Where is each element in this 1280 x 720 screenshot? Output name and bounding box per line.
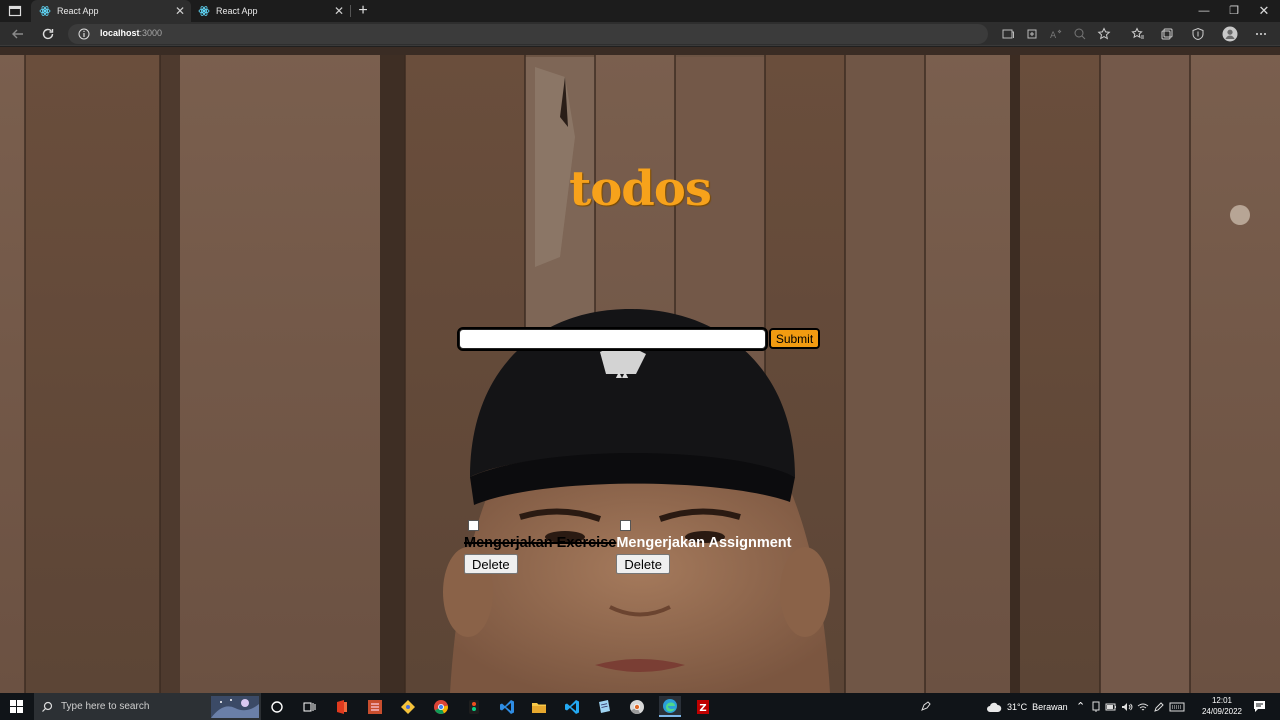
file-explorer-icon[interactable]	[528, 696, 550, 717]
app-title: todos	[569, 161, 712, 217]
taskbar-search[interactable]: Type here to search	[34, 693, 261, 720]
todo-checkbox[interactable]	[620, 520, 632, 531]
chrome-icon[interactable]	[430, 696, 452, 717]
notifications-icon[interactable]	[1253, 700, 1266, 713]
back-icon[interactable]	[10, 26, 26, 42]
more-options-icon[interactable]	[1254, 27, 1268, 41]
browser-toolbar: localhost:3000 A	[0, 22, 1280, 46]
window-menu-icon[interactable]	[8, 4, 22, 18]
todo-text: Mengerjakan Assignment	[616, 535, 792, 551]
browser-essentials-icon[interactable]	[1191, 27, 1205, 41]
volume-icon[interactable]	[1121, 701, 1133, 713]
tab-divider	[350, 5, 351, 17]
react-favicon-icon	[198, 6, 210, 16]
notepad-icon[interactable]	[593, 696, 615, 717]
reader-view-icon[interactable]	[1001, 27, 1015, 41]
pen-icon[interactable]	[1153, 701, 1165, 713]
todo-item-assignment: Mengerjakan Assignment Delete	[616, 520, 791, 574]
background-photo: ▲▲	[0, 47, 1280, 693]
profile-avatar-icon[interactable]	[1222, 26, 1238, 42]
keyboard-icon[interactable]	[1169, 701, 1185, 713]
edge-icon[interactable]	[659, 696, 681, 717]
favorites-icon[interactable]	[1131, 27, 1145, 41]
tab-react-app-1[interactable]: React App ✕	[31, 0, 191, 22]
page-viewport: ▲▲ todos Submit Mengerjakan Exercise Del…	[0, 47, 1280, 693]
collections-icon[interactable]	[1160, 27, 1174, 41]
url-text: localhost:3000	[100, 28, 163, 38]
react-favicon-icon	[39, 6, 51, 16]
figma-icon[interactable]	[463, 696, 485, 717]
todo-input[interactable]	[457, 326, 768, 351]
chrome-dev-icon[interactable]	[626, 696, 648, 717]
app-available-icon[interactable]	[1025, 27, 1039, 41]
vscode-icon[interactable]	[496, 696, 518, 717]
clock-date: 24/09/2022	[1201, 707, 1242, 716]
tab-title: React App	[216, 6, 258, 16]
cortana-icon[interactable]	[266, 696, 288, 717]
taskbar-clock[interactable]: 12:01 24/09/2022	[1202, 695, 1242, 717]
search-highlight-icon	[211, 696, 259, 718]
minimize-icon[interactable]: —	[1188, 0, 1220, 22]
site-info-icon[interactable]	[78, 28, 90, 40]
svg-text:Z: Z	[699, 703, 706, 714]
battery-icon[interactable]	[1105, 701, 1117, 713]
todo-form: Submit	[457, 326, 820, 351]
chevron-up-icon[interactable]: ⌃	[1076, 700, 1085, 713]
usb-icon[interactable]	[1091, 701, 1101, 713]
svg-text:▲▲: ▲▲	[616, 370, 629, 379]
refresh-icon[interactable]	[40, 26, 56, 42]
todo-checkbox[interactable]	[468, 520, 479, 531]
clock-time: 12:01	[1211, 696, 1232, 705]
todo-list: Mengerjakan Exercise Delete Mengerjakan …	[464, 520, 791, 574]
filezilla-icon[interactable]: Z	[692, 696, 714, 717]
sublime-icon[interactable]	[364, 696, 386, 717]
submit-button[interactable]: Submit	[769, 328, 820, 349]
vscode-insiders-icon[interactable]	[561, 696, 583, 717]
tab-react-app-2[interactable]: React App ✕	[190, 0, 350, 22]
close-tab-icon[interactable]: ✕	[332, 4, 346, 18]
tab-title: React App	[57, 6, 99, 16]
office-icon[interactable]	[331, 696, 353, 717]
zoom-icon[interactable]	[1073, 27, 1087, 41]
search-icon	[42, 701, 53, 712]
add-favorite-icon[interactable]	[1097, 27, 1111, 41]
close-window-icon[interactable]: ✕	[1248, 0, 1280, 22]
address-bar[interactable]: localhost:3000	[68, 24, 988, 44]
todo-text: Mengerjakan Exercise	[464, 535, 617, 551]
delete-button[interactable]: Delete	[616, 554, 670, 574]
close-tab-icon[interactable]: ✕	[173, 4, 187, 18]
git-icon[interactable]	[397, 696, 419, 717]
windows-taskbar: Type here to search Z 31°C Berawan ⌃ 12:…	[0, 693, 1280, 720]
restore-icon[interactable]: ❐	[1218, 0, 1250, 22]
wifi-icon[interactable]	[1137, 701, 1149, 713]
pen-workspace-icon[interactable]	[920, 700, 932, 712]
delete-button[interactable]: Delete	[464, 554, 518, 574]
windows-start-icon[interactable]	[10, 700, 23, 713]
search-placeholder: Type here to search	[61, 701, 150, 712]
todo-item-exercise: Mengerjakan Exercise Delete	[464, 520, 616, 574]
system-tray: ⌃	[1076, 693, 1185, 720]
svg-text:A: A	[1050, 31, 1057, 41]
weather-text: 31°C Berawan	[1007, 701, 1068, 712]
read-aloud-icon[interactable]: A	[1049, 27, 1063, 41]
task-view-icon[interactable]	[298, 696, 320, 717]
weather-widget[interactable]: 31°C Berawan	[986, 693, 1068, 720]
new-tab-icon[interactable]: +	[354, 1, 372, 21]
tab-strip: React App ✕ React App ✕ + — ❐ ✕	[0, 0, 1280, 22]
cloud-icon	[987, 702, 1002, 712]
